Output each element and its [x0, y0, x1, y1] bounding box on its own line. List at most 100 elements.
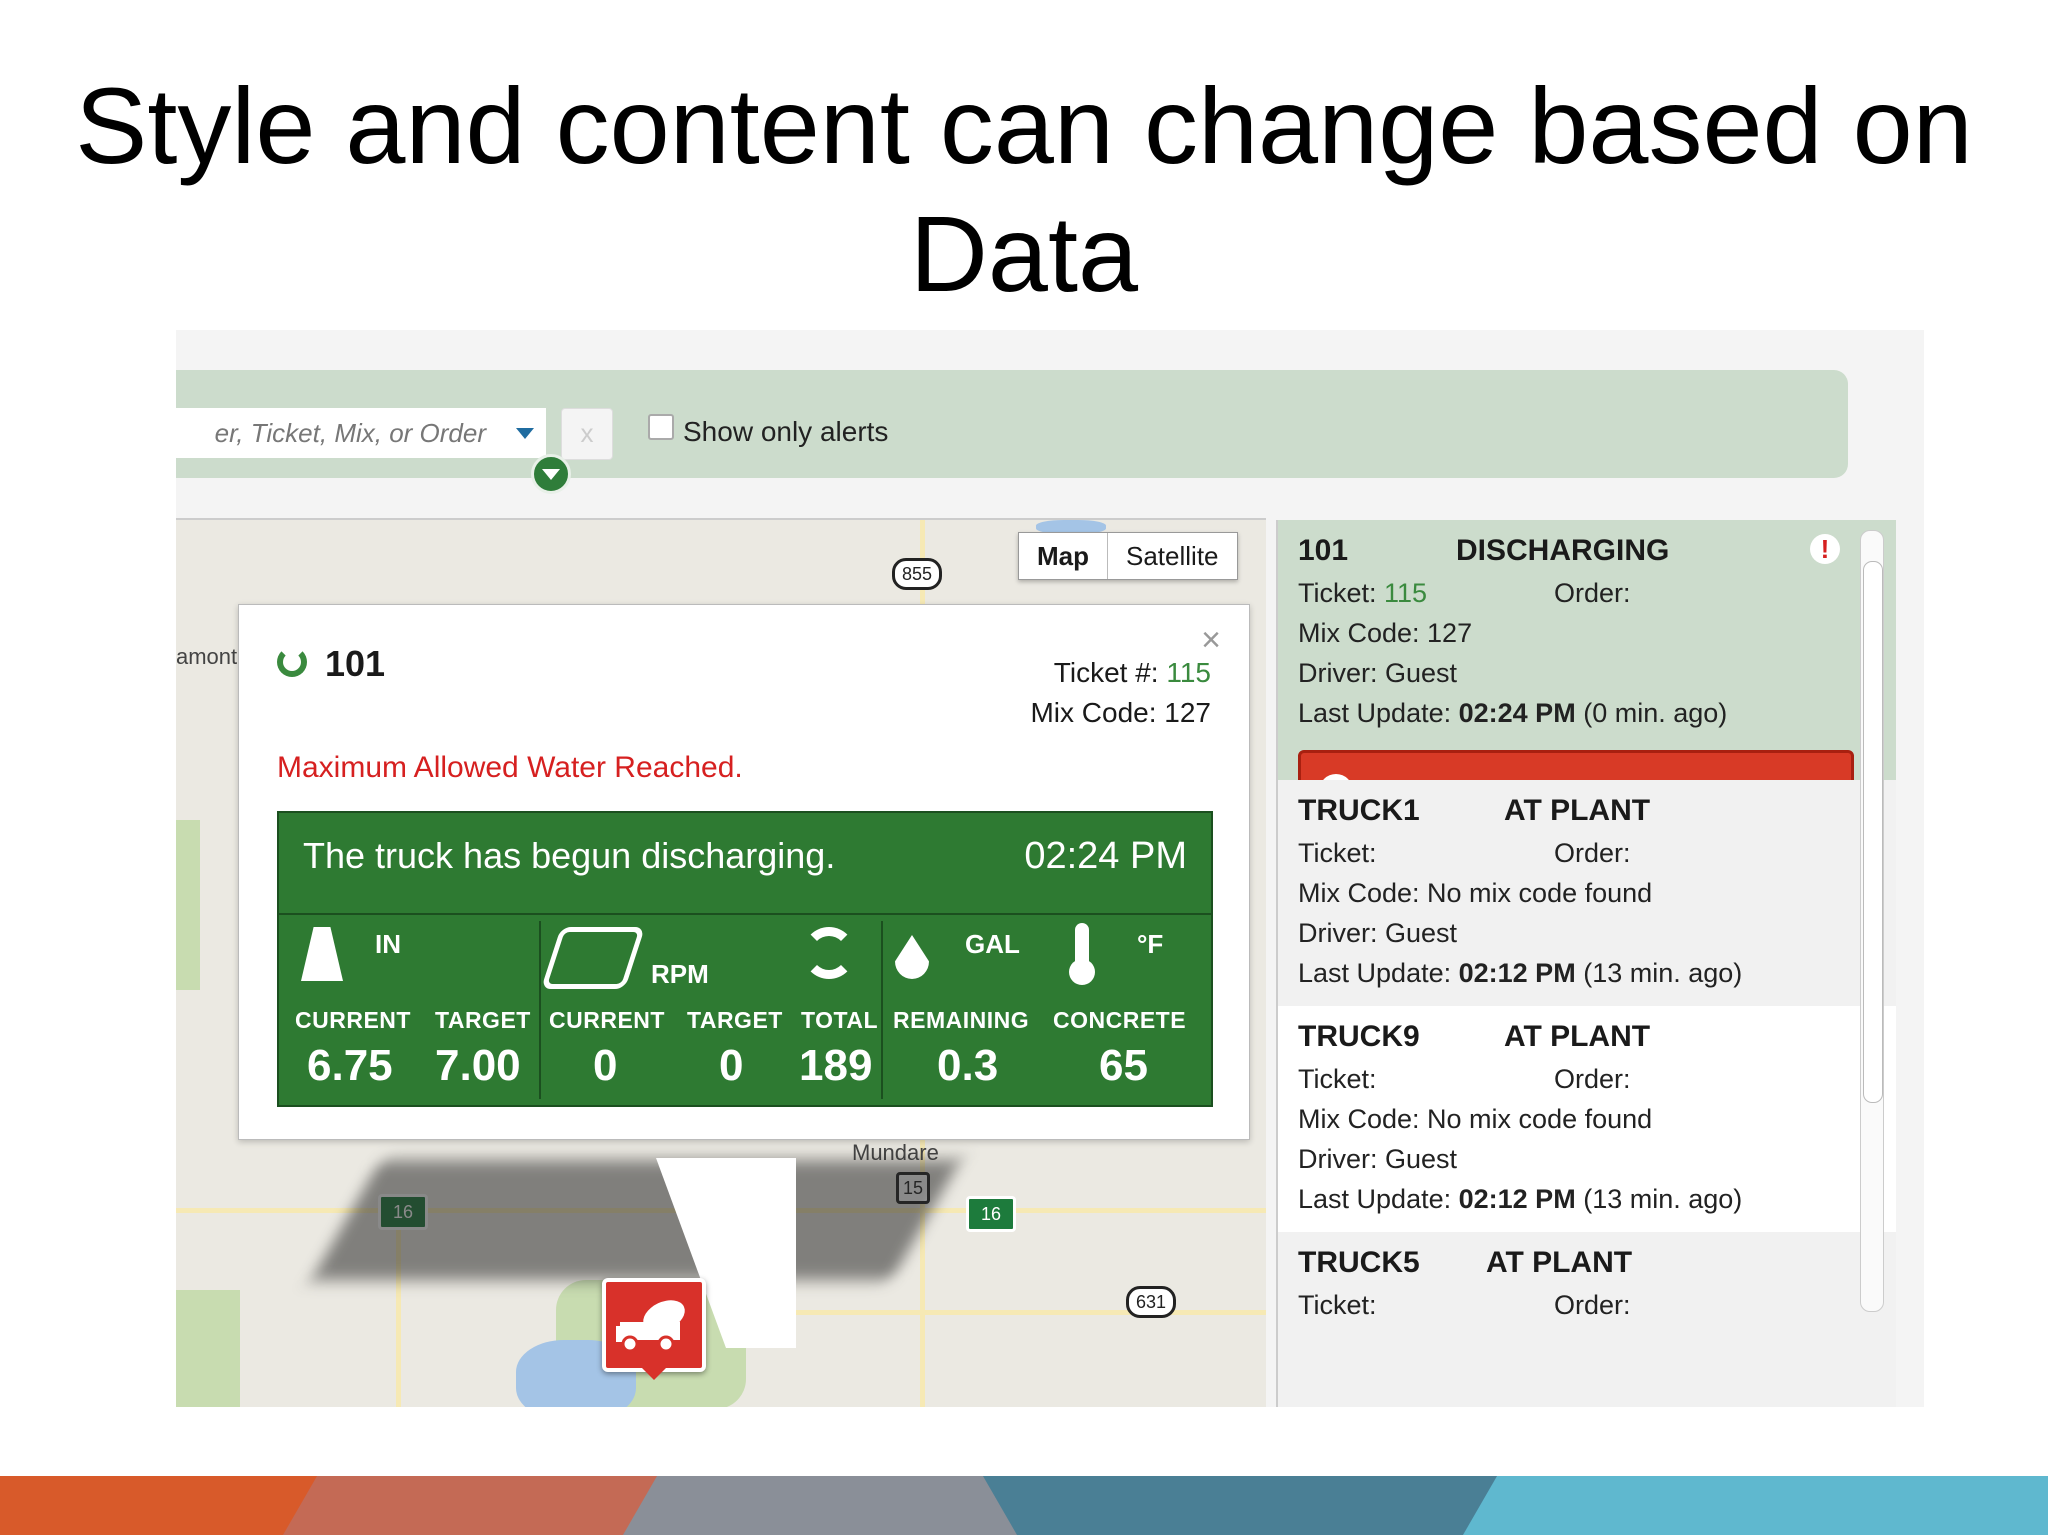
close-icon[interactable]: × — [1201, 621, 1221, 660]
clear-search-button[interactable]: x — [561, 408, 613, 460]
truck-list-scrollbar[interactable] — [1860, 530, 1884, 1312]
alert-icon: ! — [1810, 534, 1840, 564]
thermometer-bulb — [1069, 959, 1095, 985]
slump-cone-icon — [301, 927, 343, 981]
truck-status-time: 02:24 PM — [1024, 835, 1187, 877]
truck-card-update-time: 02:12 PM — [1458, 958, 1576, 988]
truck-card-mix: Mix Code: 127 — [1298, 618, 1473, 648]
filter-toolbar: er, Ticket, Mix, or Order x Show only al… — [176, 370, 1848, 478]
truck-card[interactable]: TRUCK5 AT PLANT Ticket: Order: — [1278, 1232, 1896, 1407]
temperature-unit: °F — [1137, 929, 1164, 959]
highway-631-shield: 631 — [1126, 1286, 1176, 1318]
rpm-unit: RPM — [651, 959, 709, 989]
truck-card-update: Last Update: 02:12 PM (13 min. ago) — [1298, 958, 1742, 989]
truck-card-state: AT PLANT — [1486, 1246, 1633, 1279]
truck-card-ticket-label: Ticket: — [1298, 578, 1377, 608]
slump-target-header: TARGET — [435, 1007, 531, 1033]
truck-card-ticket: Ticket: — [1298, 1064, 1377, 1094]
truck-info-popup: × 101 Ticket #: 115 Mix Code: 127 Maximu… — [238, 604, 1250, 1140]
highway-16-shield: 16 — [966, 1196, 1016, 1232]
popup-truck-id: 101 — [325, 643, 386, 684]
slump-unit: IN — [375, 929, 401, 959]
slump-current-value: 6.75 — [307, 1041, 393, 1090]
truck-card-update: Last Update: 02:12 PM (13 min. ago) — [1298, 1184, 1742, 1215]
app-screenshot: er, Ticket, Mix, or Order x Show only al… — [176, 330, 1924, 1407]
truck-card-update: Last Update: 02:24 PM (0 min. ago) — [1298, 698, 1727, 729]
truck-card-driver: Driver: Guest — [1298, 658, 1458, 688]
truck-card-id: TRUCK5 — [1298, 1246, 1420, 1279]
truck-card-order: Order: — [1554, 578, 1631, 608]
show-alerts-label: Show only alerts — [683, 416, 889, 447]
truck-metrics-panel: The truck has begun discharging. 02:24 P… — [277, 811, 1213, 1107]
truck-map-marker[interactable] — [602, 1278, 706, 1380]
truck-card-update-time: 02:24 PM — [1458, 698, 1576, 728]
truck-card-order: Order: — [1554, 1290, 1631, 1320]
truck-card[interactable]: TRUCK1 AT PLANT Ticket: Order: Mix Code:… — [1278, 780, 1896, 1006]
truck-card-state: DISCHARGING — [1456, 534, 1670, 567]
popup-ticket: Ticket #: 115 — [1054, 657, 1211, 689]
truck-card-driver: Driver: Guest — [1298, 1144, 1458, 1174]
truck-card-id: TRUCK9 — [1298, 1020, 1420, 1053]
truck-card-update-ago: (0 min. ago) — [1583, 698, 1728, 728]
map-type-toggle: Map Satellite — [1018, 532, 1238, 580]
highway-855-shield: 855 — [892, 558, 942, 590]
collapse-toolbar-icon[interactable] — [531, 454, 571, 494]
truck-card-ticket: Ticket: — [1298, 1290, 1377, 1320]
rpm-current-header: CURRENT — [549, 1007, 665, 1033]
truck-card-update-ago: (13 min. ago) — [1583, 958, 1743, 988]
truck-card-update-label: Last Update: — [1298, 698, 1452, 728]
popup-shadow — [311, 1160, 961, 1280]
popup-ticket-link[interactable]: 115 — [1166, 657, 1211, 688]
truck-card-id: TRUCK1 — [1298, 794, 1420, 827]
concrete-mixer-truck-icon — [616, 1300, 685, 1353]
map-view[interactable]: 855 16 16 15 631 amont Mundare Map Satel… — [176, 518, 1266, 1407]
rpm-target-value: 0 — [719, 1041, 744, 1090]
concrete-temp-header: CONCRETE — [1053, 1007, 1187, 1033]
map-type-map-button[interactable]: Map — [1019, 533, 1108, 579]
search-placeholder: er, Ticket, Mix, or Order — [214, 418, 486, 448]
popup-mix-code: Mix Code: 127 — [1030, 697, 1211, 728]
truck-card-order: Order: — [1554, 838, 1631, 868]
drum-rpm-icon — [540, 927, 646, 989]
rotation-icon — [803, 927, 855, 979]
slide-title: Style and content can change based on Da… — [75, 65, 1973, 314]
truck-card-mix: Mix Code: No mix code found — [1298, 878, 1653, 908]
map-type-satellite-button[interactable]: Satellite — [1108, 533, 1237, 579]
refresh-icon — [277, 647, 307, 677]
rpm-total-header: TOTAL — [801, 1007, 879, 1033]
slump-target-value: 7.00 — [435, 1041, 521, 1090]
water-remaining-header: REMAINING — [893, 1007, 1030, 1033]
truck-list: 101 DISCHARGING ! Ticket: 115 Order: Mix… — [1276, 520, 1896, 1407]
truck-card-ticket-link[interactable]: 115 — [1384, 578, 1427, 608]
scrollbar-thumb[interactable] — [1863, 561, 1883, 1103]
truck-card-order: Order: — [1554, 1064, 1631, 1094]
truck-card-ticket: Ticket: — [1298, 838, 1377, 868]
truck-card-update-label: Last Update: — [1298, 1184, 1452, 1214]
gallons-unit: GAL — [965, 929, 1020, 959]
decorative-footer-band — [0, 1476, 2048, 1535]
truck-card-update-ago: (13 min. ago) — [1583, 1184, 1743, 1214]
truck-card-driver: Driver: Guest — [1298, 918, 1458, 948]
truck-card-update-label: Last Update: — [1298, 958, 1452, 988]
water-drop-icon — [895, 935, 929, 979]
truck-card[interactable]: 101 DISCHARGING ! Ticket: 115 Order: Mix… — [1278, 520, 1896, 830]
rpm-target-header: TARGET — [687, 1007, 783, 1033]
truck-card-ticket: Ticket: 115 — [1298, 578, 1427, 609]
water-remaining-value: 0.3 — [937, 1041, 999, 1090]
popup-ticket-label: Ticket #: — [1053, 657, 1159, 688]
chevron-down-icon[interactable] — [516, 428, 534, 439]
truck-card-id: 101 — [1298, 534, 1349, 567]
slump-current-header: CURRENT — [295, 1007, 411, 1033]
concrete-temp-value: 65 — [1099, 1041, 1148, 1090]
place-label: amont — [176, 644, 238, 669]
show-alerts-checkbox[interactable] — [648, 414, 674, 440]
truck-card-state: AT PLANT — [1504, 1020, 1651, 1053]
popup-alert-text: Maximum Allowed Water Reached. — [277, 751, 743, 784]
rpm-total-value: 189 — [799, 1041, 873, 1090]
truck-card-mix: Mix Code: No mix code found — [1298, 1104, 1653, 1134]
truck-card[interactable]: TRUCK9 AT PLANT Ticket: Order: Mix Code:… — [1278, 1006, 1896, 1232]
truck-card-state: AT PLANT — [1504, 794, 1651, 827]
search-input[interactable]: er, Ticket, Mix, or Order — [176, 408, 546, 458]
rpm-current-value: 0 — [593, 1041, 618, 1090]
truck-status-text: The truck has begun discharging. — [303, 835, 836, 876]
